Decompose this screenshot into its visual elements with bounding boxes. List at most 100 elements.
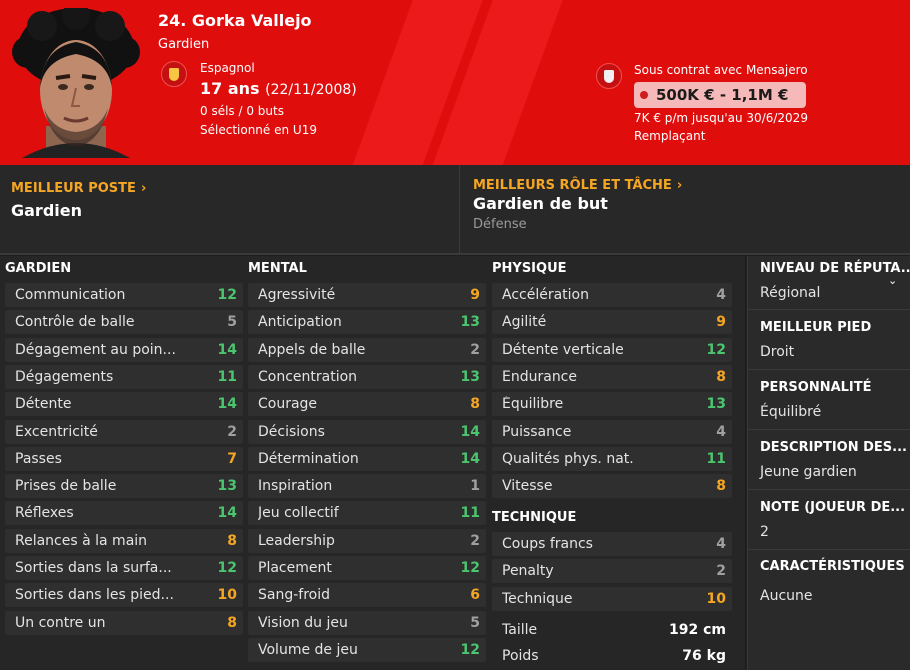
best-position-title: MEILLEUR POSTE — [11, 181, 136, 196]
attribute-row[interactable]: Inspiration 1 — [248, 474, 486, 499]
attribute-row[interactable]: Penalty 2 — [492, 559, 732, 584]
attribute-row[interactable]: Jeu collectif 11 — [248, 501, 486, 526]
player-nationality[interactable]: Espagnol — [200, 61, 255, 75]
physical-info-row: Taille 192 cm — [492, 618, 732, 642]
attribute-label: Réflexes — [15, 505, 74, 522]
attribute-label: Agressivité — [258, 287, 336, 303]
attribute-row[interactable]: Détente 14 — [5, 392, 243, 417]
best-role-title: MEILLEURS RÔLE ET TÂCHE — [473, 178, 672, 193]
attribute-label: Puissance — [502, 423, 572, 440]
attribute-row[interactable]: Agressivité 9 — [248, 283, 486, 307]
attribute-value: 2 — [227, 423, 237, 440]
attribute-row[interactable]: Détente verticale 12 — [492, 337, 732, 362]
attribute-row[interactable]: Sang-froid 6 — [248, 583, 486, 608]
description-title: DESCRIPTION DES... — [760, 440, 907, 455]
attribute-row[interactable]: Volume de jeu 12 — [248, 637, 486, 662]
attribute-row[interactable]: Excentricité 2 — [5, 419, 243, 444]
attribute-row[interactable]: Passes 7 — [5, 446, 243, 471]
attribute-row[interactable]: Appels de balle 2 — [248, 337, 486, 362]
attribute-row[interactable]: Dégagement au poin... 14 — [5, 337, 243, 362]
attribute-value: 1 — [470, 478, 480, 495]
attribute-row[interactable]: Dégagements 11 — [5, 364, 243, 389]
attribute-label: Inspiration — [258, 478, 333, 495]
squad-status: Remplaçant — [634, 129, 706, 143]
section-divider — [0, 253, 910, 255]
transfer-value-badge[interactable]: 500K € - 1,1M € — [634, 82, 807, 108]
nation-crest-icon[interactable] — [161, 61, 187, 87]
attribute-row[interactable]: Endurance 8 — [492, 364, 732, 389]
attribute-value: 12 — [217, 560, 237, 576]
contract-club[interactable]: Sous contrat avec Mensajero — [634, 63, 808, 77]
reputation-value: Régional — [760, 285, 821, 301]
attribute-label: Appels de balle — [258, 341, 366, 358]
attribute-value: 14 — [217, 396, 237, 413]
attribute-row[interactable]: Qualités phys. nat. 11 — [492, 446, 732, 471]
attribute-label: Volume de jeu — [258, 641, 358, 658]
attribute-value: 13 — [706, 396, 726, 413]
attribute-row[interactable]: Technique 10 — [492, 586, 732, 611]
attribute-value: 2 — [716, 563, 726, 580]
wage-info: 7K € p/m jusqu'au 30/6/2029 — [634, 111, 808, 125]
attribute-row[interactable]: Vision du jeu 5 — [248, 610, 486, 635]
attribute-row[interactable]: Leadership 2 — [248, 528, 486, 553]
attribute-row[interactable]: Puissance 4 — [492, 419, 732, 444]
attribute-label: Détente verticale — [502, 341, 624, 358]
personality-title: PERSONNALITÉ — [760, 380, 872, 395]
attribute-row[interactable]: Détermination 14 — [248, 446, 486, 471]
physical-info-label: Taille — [502, 622, 538, 638]
best-role-value: Gardien de but — [473, 194, 608, 213]
attribute-row[interactable]: Sorties dans les pied... 10 — [5, 583, 243, 608]
attribute-label: Sang-froid — [258, 587, 330, 604]
attribute-row[interactable]: Placement 12 — [248, 556, 486, 580]
attribute-label: Sorties dans les pied... — [15, 587, 174, 604]
attribute-row[interactable]: Accélération 4 — [492, 283, 732, 307]
attribute-label: Concentration — [258, 368, 358, 385]
attribute-value: 4 — [716, 287, 726, 303]
chevron-right-icon: › — [140, 181, 147, 196]
attribute-label: Qualités phys. nat. — [502, 450, 634, 467]
attribute-row[interactable]: Décisions 14 — [248, 419, 486, 444]
attribute-row[interactable]: Anticipation 13 — [248, 310, 486, 335]
attribute-row[interactable]: Prises de balle 13 — [5, 474, 243, 499]
attribute-label: Équilibre — [502, 396, 564, 413]
attribute-row[interactable]: Courage 8 — [248, 392, 486, 417]
attribute-value: 5 — [227, 314, 237, 331]
attribute-row[interactable]: Coups francs 4 — [492, 532, 732, 556]
attribute-label: Endurance — [502, 368, 577, 385]
attribute-label: Excentricité — [15, 423, 98, 440]
attribute-value: 4 — [716, 423, 726, 440]
best-role-link[interactable]: MEILLEURS RÔLE ET TÂCHE › — [473, 174, 682, 193]
traits-value: Aucune — [760, 588, 813, 604]
attribute-value: 14 — [217, 341, 237, 358]
foot-value: Droit — [760, 344, 795, 360]
chevron-down-icon[interactable]: ⌄ — [888, 274, 897, 287]
attribute-row[interactable]: Contrôle de balle 5 — [5, 310, 243, 335]
attribute-label: Contrôle de balle — [15, 314, 135, 331]
attribute-value: 2 — [470, 341, 480, 358]
sidebar-divider — [748, 549, 910, 550]
player-avatar[interactable] — [12, 8, 140, 158]
attribute-label: Vision du jeu — [258, 614, 348, 631]
attribute-row[interactable]: Communication 12 — [5, 283, 243, 307]
player-position: Gardien — [158, 37, 210, 52]
attribute-label: Détermination — [258, 450, 359, 467]
attribute-row[interactable]: Équilibre 13 — [492, 392, 732, 417]
attribute-label: Détente — [15, 396, 72, 413]
club-crest-icon[interactable] — [596, 63, 622, 89]
rating-title: NOTE (JOUEUR DE... — [760, 500, 906, 515]
attribute-row[interactable]: Réflexes 14 — [5, 501, 243, 526]
attribute-value: 11 — [217, 368, 237, 385]
attribute-row[interactable]: Un contre un 8 — [5, 610, 243, 635]
attribute-row[interactable]: Agilité 9 — [492, 310, 732, 335]
attribute-label: Relances à la main — [15, 532, 148, 549]
best-position-link[interactable]: MEILLEUR POSTE › — [11, 177, 146, 196]
attribute-row[interactable]: Concentration 13 — [248, 364, 486, 389]
attribute-row[interactable]: Vitesse 8 — [492, 474, 732, 499]
attribute-row[interactable]: Sorties dans la surfa... 12 — [5, 556, 243, 580]
attribute-value: 11 — [706, 450, 726, 467]
attribute-value: 8 — [470, 396, 480, 413]
attribute-row[interactable]: Relances à la main 8 — [5, 528, 243, 553]
attribute-value: 8 — [227, 532, 237, 549]
attribute-value: 13 — [460, 314, 480, 331]
attribute-label: Technique — [502, 590, 573, 607]
